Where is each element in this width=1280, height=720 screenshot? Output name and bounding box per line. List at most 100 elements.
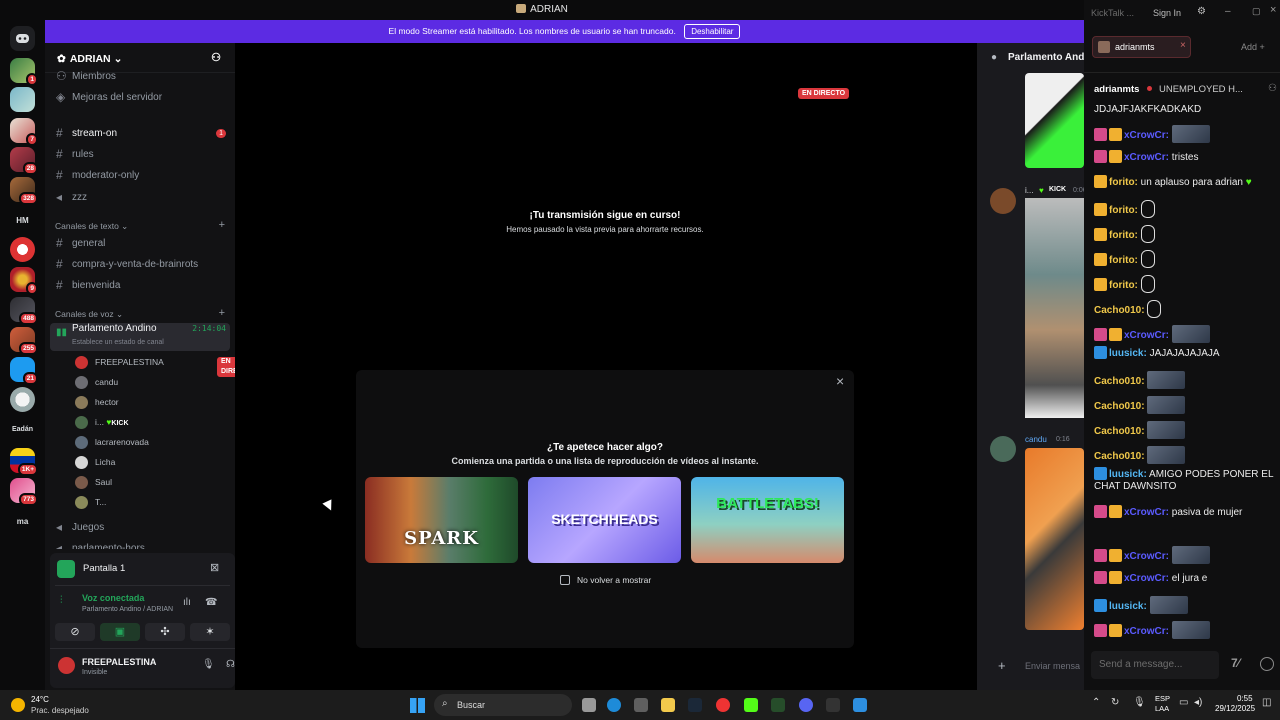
message-username[interactable]: forito: (1109, 255, 1138, 266)
voice-member[interactable]: candu (75, 373, 118, 391)
chat-message[interactable]: xCrowCr: (1094, 546, 1276, 564)
server-icon[interactable]: 1 (10, 58, 38, 86)
add-channel-icon[interactable]: + (219, 219, 225, 231)
sign-in-button[interactable]: Sign In (1153, 8, 1181, 18)
channel-moderator-only[interactable]: # moderator-only (50, 166, 230, 185)
message-username[interactable]: xCrowCr: (1124, 573, 1169, 584)
server-icon[interactable]: 488 (10, 297, 38, 325)
voice-member[interactable]: hector (75, 393, 119, 411)
channel-tab[interactable]: adrianmts × (1092, 36, 1191, 58)
message-input[interactable]: Send a message... (1091, 651, 1219, 679)
server-icon[interactable] (10, 87, 35, 112)
message-author[interactable]: candu (1025, 435, 1047, 444)
members-item[interactable]: ⚇ Miembros (50, 67, 230, 86)
message-username[interactable]: Cacho010: (1094, 426, 1145, 437)
message-username[interactable]: Cacho010: (1094, 305, 1145, 316)
sync-icon[interactable]: ↻ (1111, 697, 1119, 708)
server-icon[interactable]: 21 (10, 357, 38, 385)
gear-icon[interactable]: ⚙ (1197, 6, 1206, 17)
kick-icon[interactable] (744, 698, 758, 712)
soundboard-button[interactable]: ✶ (190, 623, 230, 641)
chat-message[interactable]: Cacho010: (1094, 300, 1276, 318)
channel-zzz[interactable]: ◂ zzz (50, 188, 230, 207)
chat-message[interactable]: forito: (1094, 250, 1276, 268)
voice-member[interactable]: T... (75, 493, 106, 511)
emote-icon[interactable]: 7⁄ (1231, 656, 1240, 670)
dont-show-checkbox[interactable] (560, 575, 570, 585)
message-username[interactable]: forito: (1109, 177, 1138, 188)
app-icon[interactable] (771, 698, 785, 712)
message-username[interactable]: forito: (1109, 230, 1138, 241)
volume-icon[interactable]: ◂) (1194, 697, 1202, 708)
chat-message[interactable]: forito: (1094, 275, 1276, 293)
disable-streamer-button[interactable]: Deshabilitar (684, 24, 741, 39)
direct-messages-button[interactable] (10, 26, 35, 51)
message-username[interactable]: forito: (1109, 280, 1138, 291)
weather-temp[interactable]: 24°C (31, 695, 49, 704)
voice-member[interactable]: i... ♥KICK (75, 413, 129, 431)
message-username[interactable]: forito: (1109, 205, 1138, 216)
clock-date[interactable]: 29/12/2025 (1215, 704, 1255, 713)
chevron-up-icon[interactable]: ⌃ (1092, 697, 1100, 708)
store-icon[interactable] (634, 698, 648, 712)
chat-message[interactable]: xCrowCr: tristes (1094, 150, 1276, 168)
close-icon[interactable]: × (836, 373, 844, 389)
chat-message[interactable]: forito: (1094, 200, 1276, 218)
task-view-icon[interactable] (582, 698, 596, 712)
message-username[interactable]: luusick: (1109, 601, 1147, 612)
activities-button[interactable]: ✣ (145, 623, 185, 641)
noise-icon[interactable]: ılı (183, 597, 191, 608)
server-icon[interactable]: 255 (10, 327, 38, 355)
add-attachment-icon[interactable]: + (998, 658, 1006, 673)
message-username[interactable]: xCrowCr: (1124, 130, 1169, 141)
message-username[interactable]: luusick: (1109, 348, 1147, 359)
keyboard-layout[interactable]: LAA (1155, 704, 1169, 713)
chat-message[interactable]: Cacho010: (1094, 371, 1276, 389)
server-icon[interactable]: 1K+ (10, 448, 38, 476)
user-icon[interactable]: ⚇ (1268, 83, 1277, 94)
screenshare-button[interactable]: ▣ (100, 623, 140, 641)
server-icon[interactable]: 328 (10, 177, 38, 205)
message-username[interactable]: xCrowCr: (1124, 507, 1169, 518)
chat-message[interactable]: Cacho010: (1094, 421, 1276, 439)
chat-image[interactable] (1025, 73, 1084, 168)
message-username[interactable]: xCrowCr: (1124, 626, 1169, 637)
message-author[interactable]: i... (1025, 186, 1033, 195)
microphone-icon[interactable]: 🎙︎ (202, 659, 215, 670)
chrome-icon[interactable] (716, 698, 730, 712)
search-box[interactable]: ⌕ Buscar (434, 694, 572, 716)
voice-channel-cut[interactable]: ◂ parlamento-hors (50, 539, 230, 549)
chat-message[interactable]: JDJAJFJAKFKADKAKD (1094, 104, 1276, 116)
category-text[interactable]: Canales de texto ⌄ (55, 221, 128, 232)
voice-channel-parlamento[interactable]: ▮▮ Parlamento Andino 2:14:04 Establece u… (50, 323, 230, 351)
server-icon[interactable]: ma (0, 517, 45, 526)
message-username[interactable]: xCrowCr: (1124, 330, 1169, 341)
server-icon[interactable]: Eadán (0, 426, 45, 433)
channel-general[interactable]: # general (50, 234, 230, 253)
chat-message[interactable]: luusick: JAJAJAJAJAJA (1094, 346, 1276, 360)
chat-message[interactable]: xCrowCr: (1094, 325, 1276, 343)
notification-icon[interactable]: ◫ (1262, 697, 1271, 708)
voice-member[interactable]: Licha (75, 453, 115, 471)
app-icon[interactable] (853, 698, 867, 712)
game-card-sketchheads[interactable]: SKETCHHEADS (528, 477, 681, 563)
camera-button[interactable]: ⊘ (55, 623, 95, 641)
server-boosts-item[interactable]: ◈ Mejoras del servidor (50, 88, 230, 107)
voice-member[interactable]: FREEPALESTINA (75, 353, 164, 371)
epic-games-icon[interactable] (826, 698, 840, 712)
chat-message[interactable]: luusick: AMIGO PODES PONER EL CHAT DAWNS… (1094, 467, 1276, 493)
chat-message[interactable]: Cacho010: (1094, 396, 1276, 414)
chat-message[interactable]: xCrowCr: (1094, 125, 1276, 143)
disconnect-icon[interactable]: ☎ (205, 597, 217, 608)
game-card-battletabs[interactable]: BATTLETABS! (691, 477, 844, 563)
server-icon[interactable]: 9 (10, 267, 38, 295)
server-icon[interactable] (10, 237, 35, 262)
start-icon[interactable] (410, 698, 425, 713)
chat-input[interactable]: Enviar mensa (1025, 661, 1080, 671)
edge-icon[interactable] (607, 698, 621, 712)
chat-message[interactable]: xCrowCr: (1094, 621, 1276, 639)
language-code[interactable]: ESP (1155, 694, 1170, 703)
message-username[interactable]: luusick: (1109, 469, 1147, 480)
file-explorer-icon[interactable] (661, 698, 675, 712)
chat-message[interactable]: xCrowCr: pasiva de mujer (1094, 505, 1276, 529)
